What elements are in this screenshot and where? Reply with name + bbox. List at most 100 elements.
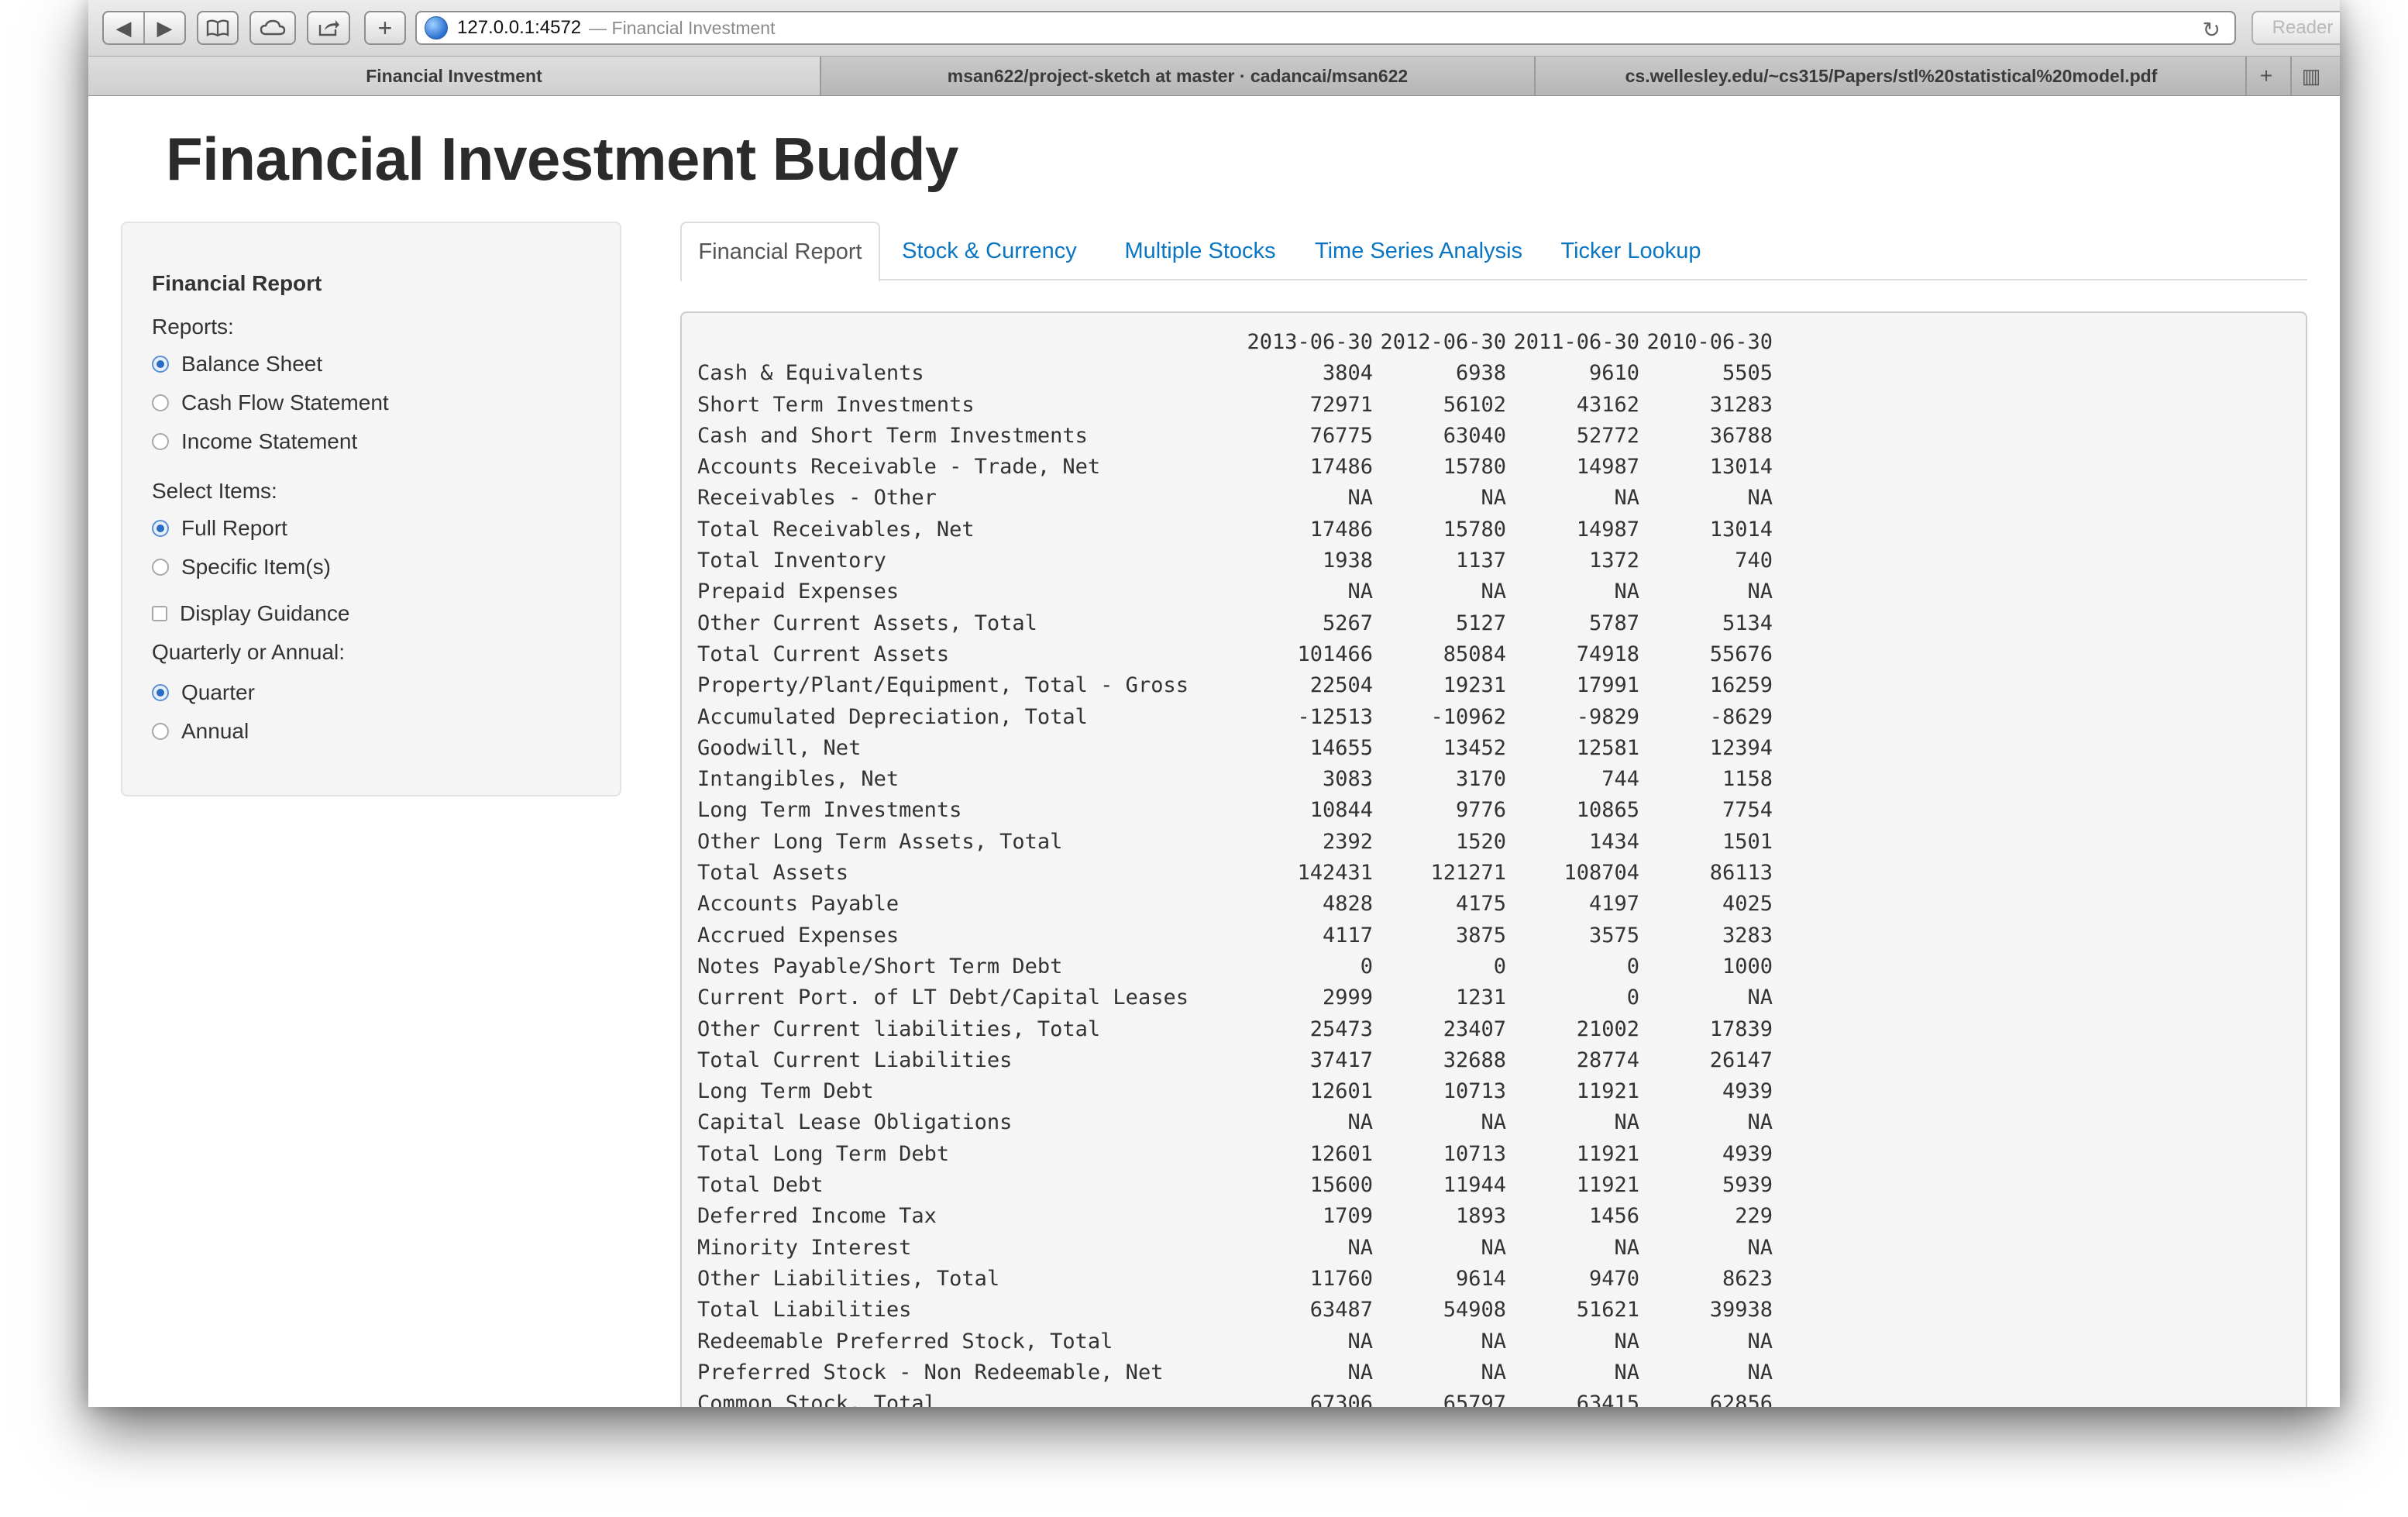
radio-selected-icon[interactable] — [152, 684, 169, 701]
column-header: 2011-06-30 — [1513, 330, 1639, 354]
display-guidance-checkbox[interactable]: Display Guidance — [152, 601, 349, 626]
tab-time-series-analysis[interactable]: Time Series Analysis — [1302, 222, 1536, 280]
radio-icon[interactable] — [152, 433, 169, 450]
cell-value: 17991 — [1576, 673, 1639, 698]
cell-value: 0 — [1493, 954, 1506, 979]
row-label: Other Liabilities, Total — [697, 1266, 1000, 1291]
cell-value: 5134 — [1722, 611, 1773, 635]
radio-selected-icon[interactable] — [152, 520, 169, 537]
browser-tab-github[interactable]: msan622/project-sketch at master · cadan… — [820, 57, 1534, 95]
browser-tab-financial[interactable]: Financial Investment — [88, 57, 820, 95]
cell-value: 9610 — [1588, 361, 1639, 386]
cell-value: 4939 — [1722, 1079, 1773, 1104]
radio-annual[interactable]: Annual — [152, 719, 249, 744]
add-tab-icon[interactable]: + — [2245, 57, 2286, 95]
option-label: Quarter — [181, 680, 255, 704]
table-row: Total Long Term Debt 12601 10713 11921 4939 — [697, 1139, 1773, 1170]
row-label: Total Long Term Debt — [697, 1141, 950, 1166]
cell-value: 1137 — [1455, 549, 1506, 573]
cell-value: NA — [1614, 1110, 1639, 1135]
row-label: Total Receivables, Net — [697, 517, 975, 542]
url-page-title: — Financial Investment — [589, 17, 776, 38]
cloud-icon[interactable] — [249, 11, 296, 45]
radio-icon[interactable] — [152, 559, 169, 576]
forward-icon[interactable]: ▶ — [143, 12, 184, 43]
browser-tab-pdf[interactable]: cs.wellesley.edu/~cs315/Papers/stl%20sta… — [1534, 57, 2247, 95]
cell-value: 142431 — [1297, 861, 1373, 886]
reload-icon[interactable]: ↻ — [2203, 17, 2221, 43]
radio-balance-sheet[interactable]: Balance Sheet — [152, 352, 322, 377]
header-spacer — [697, 327, 1240, 358]
cell-value: 108704 — [1563, 861, 1639, 886]
new-tab-plus-icon[interactable]: + — [364, 11, 406, 45]
radio-icon[interactable] — [152, 723, 169, 740]
report-output-panel[interactable]: 2013-06-30 2012-06-30 2011-06-30 2010-06… — [680, 311, 2307, 1407]
url-host: 127.0.0.1:4572 — [457, 17, 582, 38]
checkbox-icon[interactable] — [152, 606, 167, 621]
option-label: Display Guidance — [180, 601, 350, 625]
cell-value: NA — [1747, 1235, 1773, 1260]
cell-value: 0 — [1626, 954, 1639, 979]
cell-value: 65797 — [1443, 1391, 1506, 1407]
cell-value: 22504 — [1309, 673, 1373, 698]
row-label: Other Long Term Assets, Total — [697, 829, 1063, 854]
table-row: Cash & Equivalents 3804 6938 9610 5505 — [697, 358, 1773, 389]
cell-value: 67306 — [1309, 1391, 1373, 1407]
cell-value: NA — [1347, 1235, 1373, 1260]
cell-value: 14987 — [1576, 455, 1639, 480]
cell-value: NA — [1747, 580, 1773, 604]
radio-income-statement[interactable]: Income Statement — [152, 429, 357, 454]
radio-selected-icon[interactable] — [152, 356, 169, 373]
table-row: Deferred Income Tax 1709 1893 1456 229 — [697, 1201, 1773, 1232]
tab-overview-icon[interactable]: ▥ — [2290, 57, 2331, 95]
cell-value: 6938 — [1455, 361, 1506, 386]
tab-multiple-stocks[interactable]: Multiple Stocks — [1099, 222, 1302, 280]
bookmarks-icon[interactable] — [197, 11, 239, 45]
row-label: Long Term Investments — [697, 798, 962, 823]
cell-value: NA — [1347, 486, 1373, 511]
radio-cash-flow[interactable]: Cash Flow Statement — [152, 390, 389, 415]
table-row: Total Inventory 1938 1137 1372 740 — [697, 545, 1773, 576]
cell-value: 13452 — [1443, 735, 1506, 760]
cell-value: 63415 — [1576, 1391, 1639, 1407]
browser-tab-label: cs.wellesley.edu/~cs315/Papers/stl%20sta… — [1625, 65, 2158, 86]
tab-ticker-lookup[interactable]: Ticker Lookup — [1536, 222, 1726, 280]
cell-value: 86113 — [1709, 861, 1773, 886]
cell-value: NA — [1481, 1360, 1506, 1385]
cell-value: 72971 — [1309, 392, 1373, 417]
row-label: Total Assets — [697, 861, 849, 886]
table-row: Common Stock, Total 67306 65797 63415 62856 — [697, 1388, 1773, 1407]
cell-value: NA — [1347, 1110, 1373, 1135]
tab-financial-report[interactable]: Financial Report — [680, 222, 880, 282]
cell-value: 74918 — [1576, 642, 1639, 666]
table-row: Short Term Investments 72971 56102 43162 312… — [697, 390, 1773, 421]
cell-value: 63487 — [1309, 1298, 1373, 1323]
table-row: Accrued Expenses 4117 3875 3575 3283 — [697, 920, 1773, 951]
back-icon[interactable]: ◀ — [104, 12, 143, 43]
radio-full-report[interactable]: Full Report — [152, 516, 287, 541]
radio-icon[interactable] — [152, 394, 169, 411]
radio-quarter[interactable]: Quarter — [152, 680, 255, 705]
table-row: Intangibles, Net 3083 3170 744 1158 — [697, 764, 1773, 795]
cell-value: 9614 — [1455, 1266, 1506, 1291]
row-label: Current Port. of LT Debt/Capital Leases — [697, 986, 1189, 1010]
cell-value: 3875 — [1455, 923, 1506, 948]
cell-value: 15780 — [1443, 517, 1506, 542]
tab-stock-currency[interactable]: Stock & Currency — [880, 222, 1099, 280]
radio-specific-items[interactable]: Specific Item(s) — [152, 555, 331, 580]
share-icon[interactable] — [307, 11, 350, 45]
cell-value: NA — [1614, 580, 1639, 604]
table-row: Total Current Liabilities 37417 32688 28774… — [697, 1045, 1773, 1076]
table-row: Receivables - Other NA NA NA NA — [697, 483, 1773, 514]
cell-value: NA — [1481, 486, 1506, 511]
cell-value: 12394 — [1709, 735, 1773, 760]
option-label: Income Statement — [181, 429, 358, 453]
address-bar[interactable]: 127.0.0.1:4572 — Financial Investment ↻ — [415, 11, 2236, 45]
cell-value: 8623 — [1722, 1266, 1773, 1291]
cell-value: 5127 — [1455, 611, 1506, 635]
table-row: Total Current Assets 101466 85084 74918 5567… — [697, 639, 1773, 670]
reader-button[interactable]: Reader — [2251, 11, 2340, 45]
cell-value: NA — [1614, 1235, 1639, 1260]
cell-value: 2999 — [1322, 986, 1373, 1010]
cell-value: 52772 — [1576, 423, 1639, 448]
